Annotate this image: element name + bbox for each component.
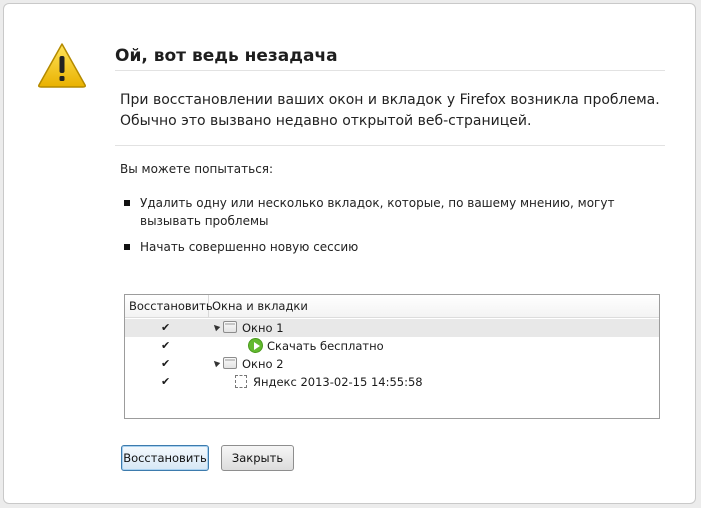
tree-row-label: Окно 2 [242, 357, 284, 371]
windows-tabs-tree[interactable]: Восстановить Окна и вкладки ✔ Окно 1 ✔ С… [124, 294, 660, 419]
close-button[interactable]: Закрыть [221, 445, 294, 471]
column-header-windows-tabs[interactable]: Окна и вкладки [210, 295, 308, 317]
restore-checkbox[interactable]: ✔ [161, 355, 170, 373]
restore-checkbox[interactable]: ✔ [161, 373, 170, 391]
window-icon [223, 321, 237, 333]
download-play-icon [248, 338, 263, 353]
tree-row-label: Скачать бесплатно [267, 339, 384, 353]
suggestions-heading: Вы можете попытаться: [120, 162, 274, 176]
message-divider [115, 145, 665, 146]
tree-row-label: Окно 1 [242, 321, 284, 335]
tree-row-tab[interactable]: ✔ Скачать бесплатно [125, 337, 659, 355]
dialog-title: Ой, вот ведь незадача [115, 46, 338, 66]
bullet-icon [124, 244, 130, 250]
error-message: При восстановлении ваших окон и вкладок … [120, 90, 665, 132]
twisty-expanded-icon[interactable] [211, 322, 221, 332]
tree-row-window-2[interactable]: ✔ Окно 2 [125, 355, 659, 373]
suggestions-list: Удалить одну или несколько вкладок, кото… [124, 194, 644, 264]
close-button-label: Закрыть [231, 451, 284, 465]
bullet-icon [124, 200, 130, 206]
tree-row-label: Яндекс 2013-02-15 14:55:58 [253, 375, 423, 389]
message-line-1: При восстановлении ваших окон и вкладок … [120, 92, 660, 108]
warning-icon [38, 43, 86, 88]
tree-row-tab[interactable]: ✔ Яндекс 2013-02-15 14:55:58 [125, 373, 659, 391]
twisty-expanded-icon[interactable] [211, 358, 221, 368]
session-restore-dialog: Ой, вот ведь незадача При восстановлении… [3, 3, 696, 504]
restore-checkbox[interactable]: ✔ [161, 337, 170, 355]
window-icon [223, 357, 237, 369]
title-divider [115, 70, 665, 71]
restore-checkbox[interactable]: ✔ [161, 319, 170, 337]
suggestion-text: Начать совершенно новую сессию [140, 240, 359, 254]
tree-header: Восстановить Окна и вкладки [125, 295, 659, 318]
suggestion-text: Удалить одну или несколько вкладок, кото… [140, 196, 615, 228]
restore-button[interactable]: Восстановить [121, 445, 209, 471]
suggestion-item: Начать совершенно новую сессию [124, 238, 644, 256]
tree-row-window-1[interactable]: ✔ Окно 1 [125, 319, 659, 337]
suggestion-item: Удалить одну или несколько вкладок, кото… [124, 194, 644, 230]
restore-button-label: Восстановить [123, 451, 207, 465]
blank-page-icon [235, 375, 247, 388]
message-line-2: Обычно это вызвано недавно открытой веб-… [120, 113, 532, 129]
column-header-restore[interactable]: Восстановить [125, 295, 213, 317]
